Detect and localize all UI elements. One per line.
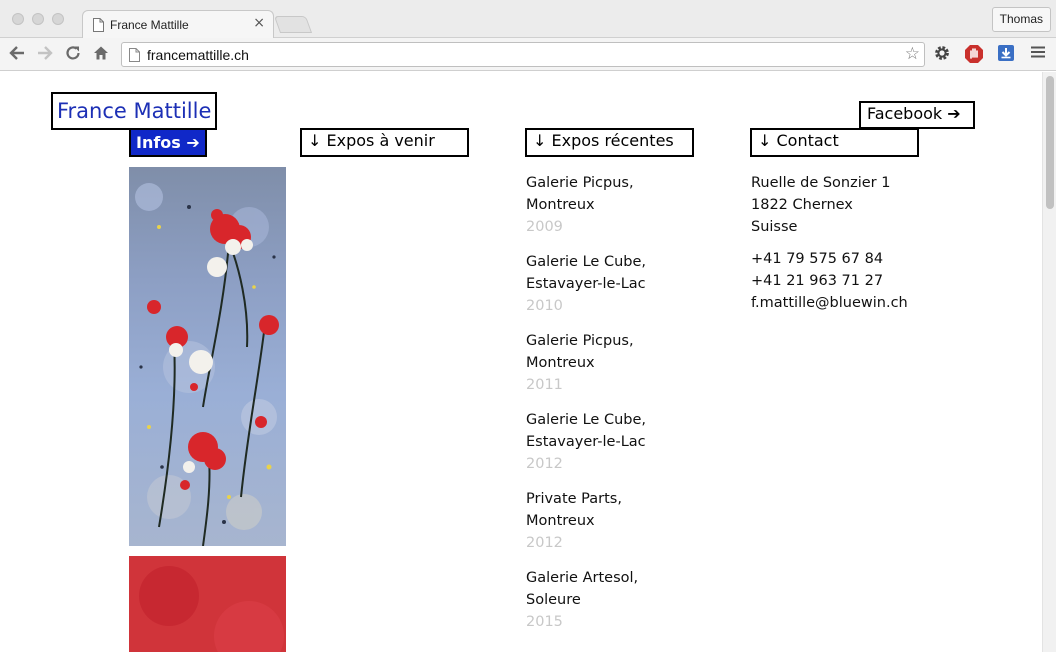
arrow-left-icon[interactable] [7, 44, 27, 64]
close-window-button[interactable] [12, 13, 24, 25]
recent-exhibitions-list: Galerie Picpus, Montreux 2009 Galerie Le… [526, 172, 726, 646]
page-viewport: France Mattille Infos ➔ Facebook ➔ ↓ Exp… [0, 72, 1042, 652]
zoom-window-button[interactable] [52, 13, 64, 25]
exhibition-city: Estavayer-le-Lac [526, 434, 646, 450]
tab-close-icon[interactable]: × [253, 15, 265, 31]
exhibition-city: Estavayer-le-Lac [526, 276, 646, 292]
painting-poppies-blue [129, 167, 286, 546]
minimize-window-button[interactable] [32, 13, 44, 25]
new-tab-button[interactable] [273, 16, 313, 33]
address-line: Suisse [751, 219, 798, 235]
contact-phones: +41 79 575 67 84 +41 21 963 71 27 f.matt… [751, 248, 951, 314]
tab-title: France Mattille [110, 18, 189, 32]
painting-red [129, 556, 286, 652]
list-item: Galerie Picpus, Montreux 2011 [526, 330, 726, 396]
list-item: Private Parts, Montreux 2012 [526, 488, 726, 554]
exhibition-venue: Galerie Picpus, [526, 175, 634, 191]
url-text: francemattille.ch [147, 47, 249, 63]
exhibition-year: 2015 [526, 614, 563, 630]
exhibition-year: 2012 [526, 456, 563, 472]
exhibition-venue: Galerie Le Cube, [526, 412, 646, 428]
facebook-link[interactable]: Facebook ➔ [859, 101, 975, 129]
browser-title-bar: France Mattille × Thomas [0, 0, 1056, 39]
download-icon[interactable] [996, 44, 1016, 64]
exhibition-venue: Galerie Le Cube, [526, 254, 646, 270]
exhibition-year: 2009 [526, 219, 563, 235]
browser-toolbar: francemattille.ch ☆ [0, 38, 1056, 71]
browser-tab[interactable]: France Mattille × [82, 10, 274, 39]
arrow-right-icon[interactable] [35, 44, 55, 64]
exhibition-city: Montreux [526, 355, 595, 371]
list-item: Galerie Picpus, Montreux 2009 [526, 172, 726, 238]
nav-expos-upcoming[interactable]: ↓ Expos à venir [300, 128, 469, 157]
exhibition-year: 2010 [526, 298, 563, 314]
contact-info: Ruelle de Sonzier 1 1822 Chernex Suisse … [751, 172, 951, 314]
exhibition-city: Montreux [526, 197, 595, 213]
page-scrollbar[interactable] [1042, 72, 1056, 652]
page-icon [93, 17, 104, 36]
star-icon[interactable]: ☆ [905, 44, 920, 64]
stop-hand-icon[interactable] [964, 44, 984, 64]
nav-contact[interactable]: ↓ Contact [750, 128, 919, 157]
phone-number[interactable]: +41 79 575 67 84 [751, 248, 951, 270]
phone-number[interactable]: +41 21 963 71 27 [751, 270, 951, 292]
page-icon [129, 47, 140, 66]
profile-button[interactable]: Thomas [991, 7, 1051, 32]
exhibition-venue: Private Parts, [526, 491, 622, 507]
exhibition-city: Montreux [526, 513, 595, 529]
exhibition-city: Soleure [526, 592, 581, 608]
scrollbar-thumb[interactable] [1046, 76, 1054, 209]
gear-icon[interactable] [932, 44, 952, 64]
reload-icon[interactable] [63, 44, 83, 64]
nav-infos-button[interactable]: Infos ➔ [129, 128, 207, 157]
exhibition-venue: Galerie Artesol, [526, 570, 639, 586]
list-item: Galerie Le Cube, Estavayer-le-Lac 2012 [526, 409, 726, 475]
home-icon[interactable] [91, 44, 111, 64]
exhibition-year: 2011 [526, 377, 563, 393]
address-line: Ruelle de Sonzier 1 [751, 175, 891, 191]
contact-address: Ruelle de Sonzier 1 1822 Chernex Suisse [751, 172, 951, 238]
list-item: Galerie Artesol, Soleure 2015 [526, 567, 726, 633]
address-bar[interactable]: francemattille.ch ☆ [121, 42, 925, 67]
address-line: 1822 Chernex [751, 197, 853, 213]
site-title[interactable]: France Mattille [51, 92, 218, 130]
list-item: Galerie Le Cube, Estavayer-le-Lac 2010 [526, 251, 726, 317]
nav-expos-recent[interactable]: ↓ Expos récentes [525, 128, 694, 157]
hamburger-menu-icon[interactable] [1028, 44, 1048, 64]
email-link[interactable]: f.mattille@bluewin.ch [751, 292, 951, 314]
exhibition-venue: Galerie Picpus, [526, 333, 634, 349]
exhibition-year: 2012 [526, 535, 563, 551]
